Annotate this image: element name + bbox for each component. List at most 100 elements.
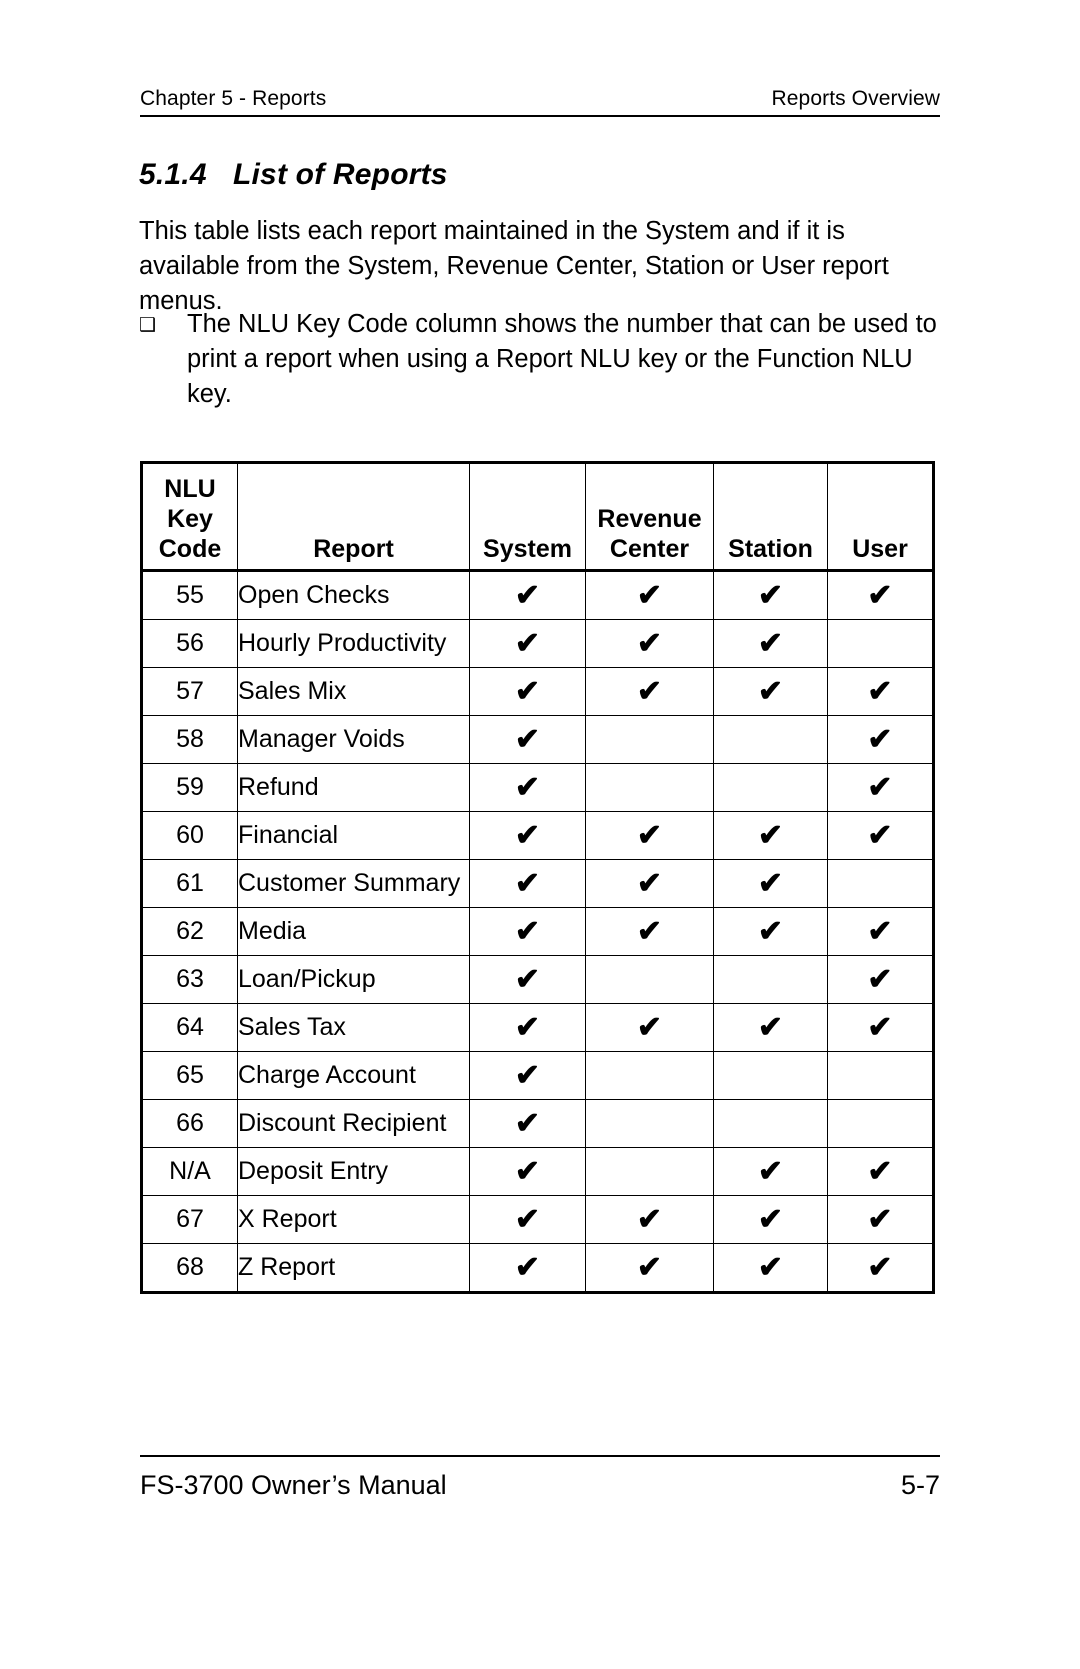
checkmark-icon: ✔ <box>514 723 541 756</box>
table-row: 61Customer Summary ✔ ✔ ✔ ✔ <box>141 859 934 908</box>
checkmark-icon: ✔ <box>514 819 541 852</box>
cell-station: ✔ <box>713 763 828 812</box>
checkmark-icon: ✔ <box>867 915 893 948</box>
cell-revenue-center: ✔ <box>585 763 714 812</box>
cell-system: ✔ <box>469 1099 586 1148</box>
cell-report-name: Manager Voids <box>237 715 470 764</box>
checkmark-icon: ✔ <box>757 819 784 852</box>
cell-nlu-key-code: 63 <box>141 955 238 1004</box>
cell-system: ✔ <box>469 570 586 620</box>
cell-station: ✔ <box>713 907 828 956</box>
column-header-line: System <box>483 535 572 563</box>
cell-nlu-key-code: 57 <box>141 667 238 716</box>
table-row: 57 Sales Mix ✔ ✔ ✔ ✔ <box>141 667 934 716</box>
checkmark-icon: ✔ <box>867 579 893 612</box>
checkmark-icon: ✔ <box>514 1059 541 1092</box>
checkmark-icon: ✔ <box>636 675 663 708</box>
table-head: NLU Key Code Report System Revenue Cente… <box>141 462 934 572</box>
intro-paragraph: This table lists each report maintained … <box>139 216 889 315</box>
section-title: List of Reports <box>233 157 448 191</box>
cell-nlu-key-code: 59 <box>141 763 238 812</box>
running-header: Chapter 5 - Reports Reports Overview <box>140 86 940 112</box>
cell-system: ✔ <box>469 1003 586 1052</box>
checkmark-icon: ✔ <box>514 1011 541 1044</box>
column-header-line: Revenue <box>597 505 702 533</box>
checkmark-icon: ✔ <box>636 1251 663 1284</box>
cell-station: ✔ <box>713 715 828 764</box>
running-header-right: Reports Overview <box>771 87 940 110</box>
cell-report-name: Loan/Pickup <box>237 955 470 1004</box>
cell-user: ✔ <box>827 907 934 956</box>
cell-station: ✔ <box>713 619 828 668</box>
cell-user: ✔ <box>827 570 934 620</box>
cell-user: ✔ <box>827 667 934 716</box>
cell-nlu-key-code: 56 <box>141 619 238 668</box>
cell-system: ✔ <box>469 1243 586 1293</box>
table-row: 64 Sales Tax ✔ ✔ ✔ ✔ <box>141 1003 934 1052</box>
table-row: 59Refund✔✔✔✔ <box>141 763 934 812</box>
cell-user: ✔ <box>827 1003 934 1052</box>
cell-revenue-center: ✔ <box>585 715 714 764</box>
bullet-note-text: The NLU Key Code column shows the number… <box>187 310 937 408</box>
cell-revenue-center: ✔ <box>585 1243 714 1293</box>
checkmark-icon: ✔ <box>757 627 784 660</box>
cell-system: ✔ <box>469 1051 586 1100</box>
cell-report-name: Sales Mix <box>237 667 470 716</box>
cell-station: ✔ <box>713 1003 828 1052</box>
checkmark-icon: ✔ <box>514 627 541 660</box>
cell-nlu-key-code: 58 <box>141 715 238 764</box>
column-header-line: Center <box>609 535 690 563</box>
cell-system: ✔ <box>469 859 586 908</box>
cell-report-name: Media <box>237 907 470 956</box>
cell-station: ✔ <box>713 1099 828 1148</box>
cell-user: ✔ <box>827 1195 934 1244</box>
cell-system: ✔ <box>469 955 586 1004</box>
checkmark-icon: ✔ <box>867 675 893 708</box>
cell-nlu-key-code: 60 <box>141 811 238 860</box>
checkmark-icon: ✔ <box>757 915 784 948</box>
cell-user: ✔ <box>827 859 934 908</box>
checkmark-icon: ✔ <box>757 579 784 612</box>
checkmark-icon: ✔ <box>757 1011 784 1044</box>
column-header-revenue-center: Revenue Center <box>585 462 714 572</box>
section-heading: 5.1.4 List of Reports <box>139 158 448 192</box>
cell-nlu-key-code: 67 <box>141 1195 238 1244</box>
cell-report-name: Customer Summary <box>237 859 470 908</box>
cell-station: ✔ <box>713 859 828 908</box>
cell-revenue-center: ✔ <box>585 1099 714 1148</box>
cell-revenue-center: ✔ <box>585 1147 714 1196</box>
cell-revenue-center: ✔ <box>585 907 714 956</box>
checkmark-icon: ✔ <box>514 1107 541 1140</box>
cell-system: ✔ <box>469 1147 586 1196</box>
table-row: 67 X Report ✔ ✔ ✔ ✔ <box>141 1195 934 1244</box>
checkmark-icon: ✔ <box>636 627 663 660</box>
checkmark-icon: ✔ <box>867 1203 893 1236</box>
checkmark-icon: ✔ <box>514 1251 541 1284</box>
cell-station: ✔ <box>713 1195 828 1244</box>
checkmark-icon: ✔ <box>514 771 541 804</box>
column-header-line: Report <box>313 535 394 563</box>
cell-nlu-key-code: N/A <box>141 1147 238 1196</box>
table-row: 63Loan/Pickup✔✔✔✔ <box>141 955 934 1004</box>
cell-revenue-center: ✔ <box>585 859 714 908</box>
manual-page: Chapter 5 - Reports Reports Overview 5.1… <box>0 0 1080 1669</box>
running-footer: FS-3700 Owner’s Manual 5-7 <box>140 1468 940 1502</box>
checkmark-icon: ✔ <box>867 963 893 996</box>
column-header-nlu-key-code: NLU Key Code <box>141 462 238 572</box>
cell-report-name: X Report <box>237 1195 470 1244</box>
cell-system: ✔ <box>469 715 586 764</box>
cell-system: ✔ <box>469 667 586 716</box>
column-header-report: Report <box>237 462 470 572</box>
cell-report-name: Sales Tax <box>237 1003 470 1052</box>
checkmark-icon: ✔ <box>636 915 663 948</box>
cell-nlu-key-code: 62 <box>141 907 238 956</box>
cell-revenue-center: ✔ <box>585 955 714 1004</box>
checkmark-icon: ✔ <box>867 771 893 804</box>
checkmark-icon: ✔ <box>757 867 784 900</box>
column-header-line: Station <box>728 535 813 563</box>
table-row: 62 Media ✔ ✔ ✔ ✔ <box>141 907 934 956</box>
checkmark-icon: ✔ <box>514 579 541 612</box>
cell-system: ✔ <box>469 763 586 812</box>
footer-manual-title: FS-3700 Owner’s Manual <box>140 1470 447 1500</box>
column-header-line: User <box>852 535 908 563</box>
